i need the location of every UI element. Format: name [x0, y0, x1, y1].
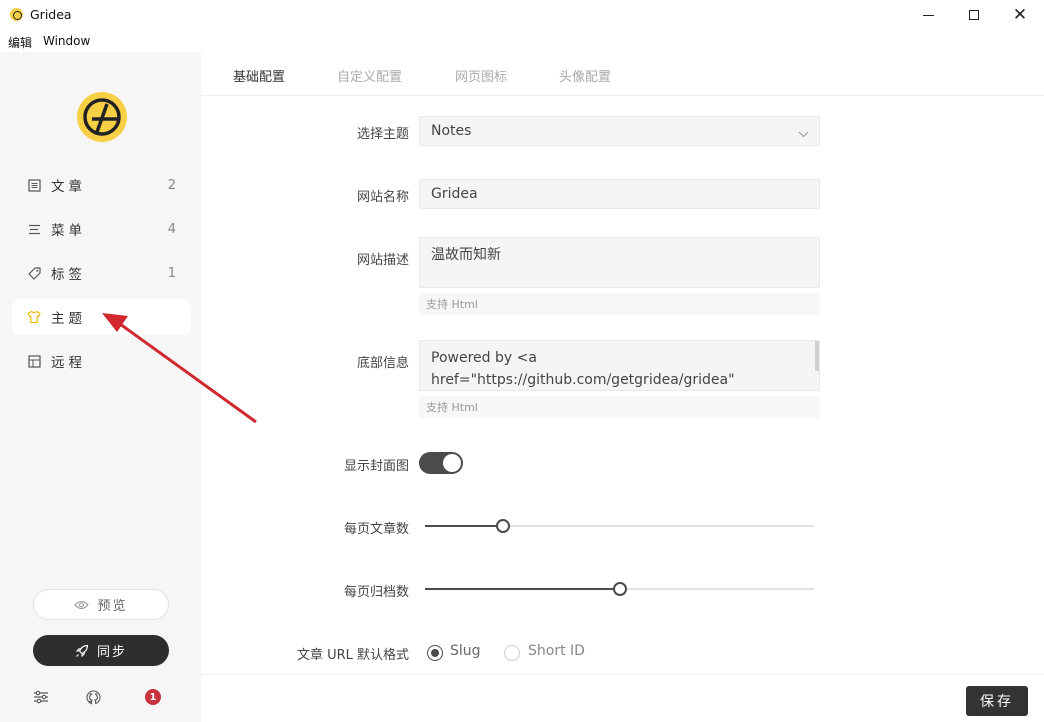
maximize-button[interactable] — [951, 0, 997, 30]
gridea-logo — [77, 92, 127, 142]
settings-tabs: 基础配置 自定义配置 网页图标 头像配置 — [201, 52, 1044, 96]
sync-button[interactable]: 同步 — [33, 635, 169, 666]
textarea-scrollbar[interactable] — [815, 341, 819, 371]
radio-short-id-label[interactable]: Short ID — [528, 643, 585, 659]
sidebar-item-label: 标签 — [51, 267, 86, 283]
sidebar-item-menus[interactable]: 菜单 4 — [12, 211, 191, 247]
remote-icon — [27, 354, 41, 368]
footer-info-label: 底部信息 — [356, 356, 409, 371]
menu-icon — [27, 222, 41, 236]
close-button[interactable]: ✕ — [997, 0, 1043, 30]
theme-select-value: Notes — [431, 123, 472, 139]
sidebar-item-label: 菜单 — [51, 223, 86, 239]
tshirt-icon — [27, 310, 41, 324]
site-name-value: Gridea — [431, 186, 478, 202]
url-format-label: 文章 URL 默认格式 — [296, 648, 409, 663]
show-cover-label: 显示封面图 — [343, 459, 409, 474]
sidebar-item-tags[interactable]: 标签 1 — [12, 255, 191, 291]
tab-basic-config[interactable]: 基础配置 — [233, 66, 285, 85]
slider-fill — [425, 588, 620, 590]
slider-fill — [425, 525, 503, 527]
menu-window[interactable]: Window — [43, 34, 90, 48]
radio-short-id[interactable] — [504, 645, 520, 661]
archives-per-page-label: 每页归档数 — [343, 585, 409, 600]
footer-info-hint: 支持 Html — [419, 396, 820, 418]
sidebar-item-remote[interactable]: 远程 — [12, 343, 191, 379]
eye-icon — [74, 600, 90, 610]
theme-select-label: 选择主题 — [356, 127, 409, 142]
sidebar-item-count: 1 — [167, 265, 176, 281]
sync-label: 同步 — [96, 645, 127, 660]
sidebar-item-label: 主题 — [51, 311, 86, 327]
sidebar: 文章 2 菜单 4 标签 1 主题 远程 预览 同步 1 — [0, 52, 201, 722]
menu-bar: 编辑 Window — [0, 30, 1044, 52]
preview-button[interactable]: 预览 — [33, 589, 169, 620]
site-description-textarea[interactable]: 温故而知新 — [419, 237, 820, 288]
footer-info-textarea[interactable]: Powered by <a href="https://github.com/g… — [419, 340, 820, 391]
slider-handle[interactable] — [495, 519, 510, 533]
basic-config-form: 选择主题 Notes 网站名称 Gridea 网站描述 温故而知新 支持 Htm… — [201, 96, 1044, 674]
sidebar-item-label: 远程 — [51, 355, 86, 371]
posts-per-page-label: 每页文章数 — [343, 522, 409, 537]
site-description-hint: 支持 Html — [419, 293, 820, 315]
show-cover-toggle[interactable] — [419, 452, 463, 474]
settings-sliders-icon[interactable] — [32, 688, 50, 706]
sidebar-item-label: 文章 — [51, 179, 86, 195]
github-icon[interactable] — [84, 688, 102, 706]
gridea-app-icon — [10, 8, 23, 21]
menu-edit[interactable]: 编辑 — [8, 34, 32, 51]
site-name-label: 网站名称 — [356, 190, 409, 205]
footer-bar: 保存 — [201, 674, 1044, 722]
site-description-label: 网站描述 — [356, 253, 409, 268]
tab-custom-config[interactable]: 自定义配置 — [337, 66, 402, 85]
theme-select[interactable]: Notes — [419, 116, 820, 146]
sidebar-item-articles[interactable]: 文章 2 — [12, 167, 191, 203]
rocket-icon — [75, 644, 89, 658]
sidebar-item-count: 4 — [167, 221, 176, 237]
save-button[interactable]: 保存 — [966, 686, 1028, 716]
chevron-down-icon — [798, 126, 809, 142]
toggle-knob — [443, 454, 461, 472]
window-title: Gridea — [30, 7, 72, 22]
minimize-button[interactable] — [905, 0, 951, 30]
notification-badge[interactable]: 1 — [145, 689, 161, 705]
sidebar-item-theme[interactable]: 主题 — [12, 299, 191, 335]
archives-per-page-slider[interactable] — [425, 582, 814, 596]
preview-label: 预览 — [97, 599, 128, 614]
site-description-value: 温故而知新 — [431, 247, 501, 263]
site-name-input[interactable]: Gridea — [419, 179, 820, 209]
maximize-icon — [969, 10, 979, 20]
title-bar: Gridea ✕ — [0, 0, 1044, 30]
posts-per-page-slider[interactable] — [425, 519, 814, 533]
tag-icon — [27, 266, 41, 280]
minimize-icon — [922, 14, 934, 16]
radio-slug-label[interactable]: Slug — [450, 643, 481, 659]
footer-info-value: Powered by <a href="https://github.com/g… — [431, 350, 735, 388]
close-icon: ✕ — [1012, 4, 1028, 25]
tab-avatar-config[interactable]: 头像配置 — [559, 66, 611, 85]
slider-handle[interactable] — [612, 582, 627, 596]
sidebar-item-count: 2 — [167, 177, 176, 193]
tab-favicon[interactable]: 网页图标 — [455, 66, 507, 85]
article-icon — [27, 178, 41, 192]
radio-slug[interactable] — [427, 645, 443, 661]
